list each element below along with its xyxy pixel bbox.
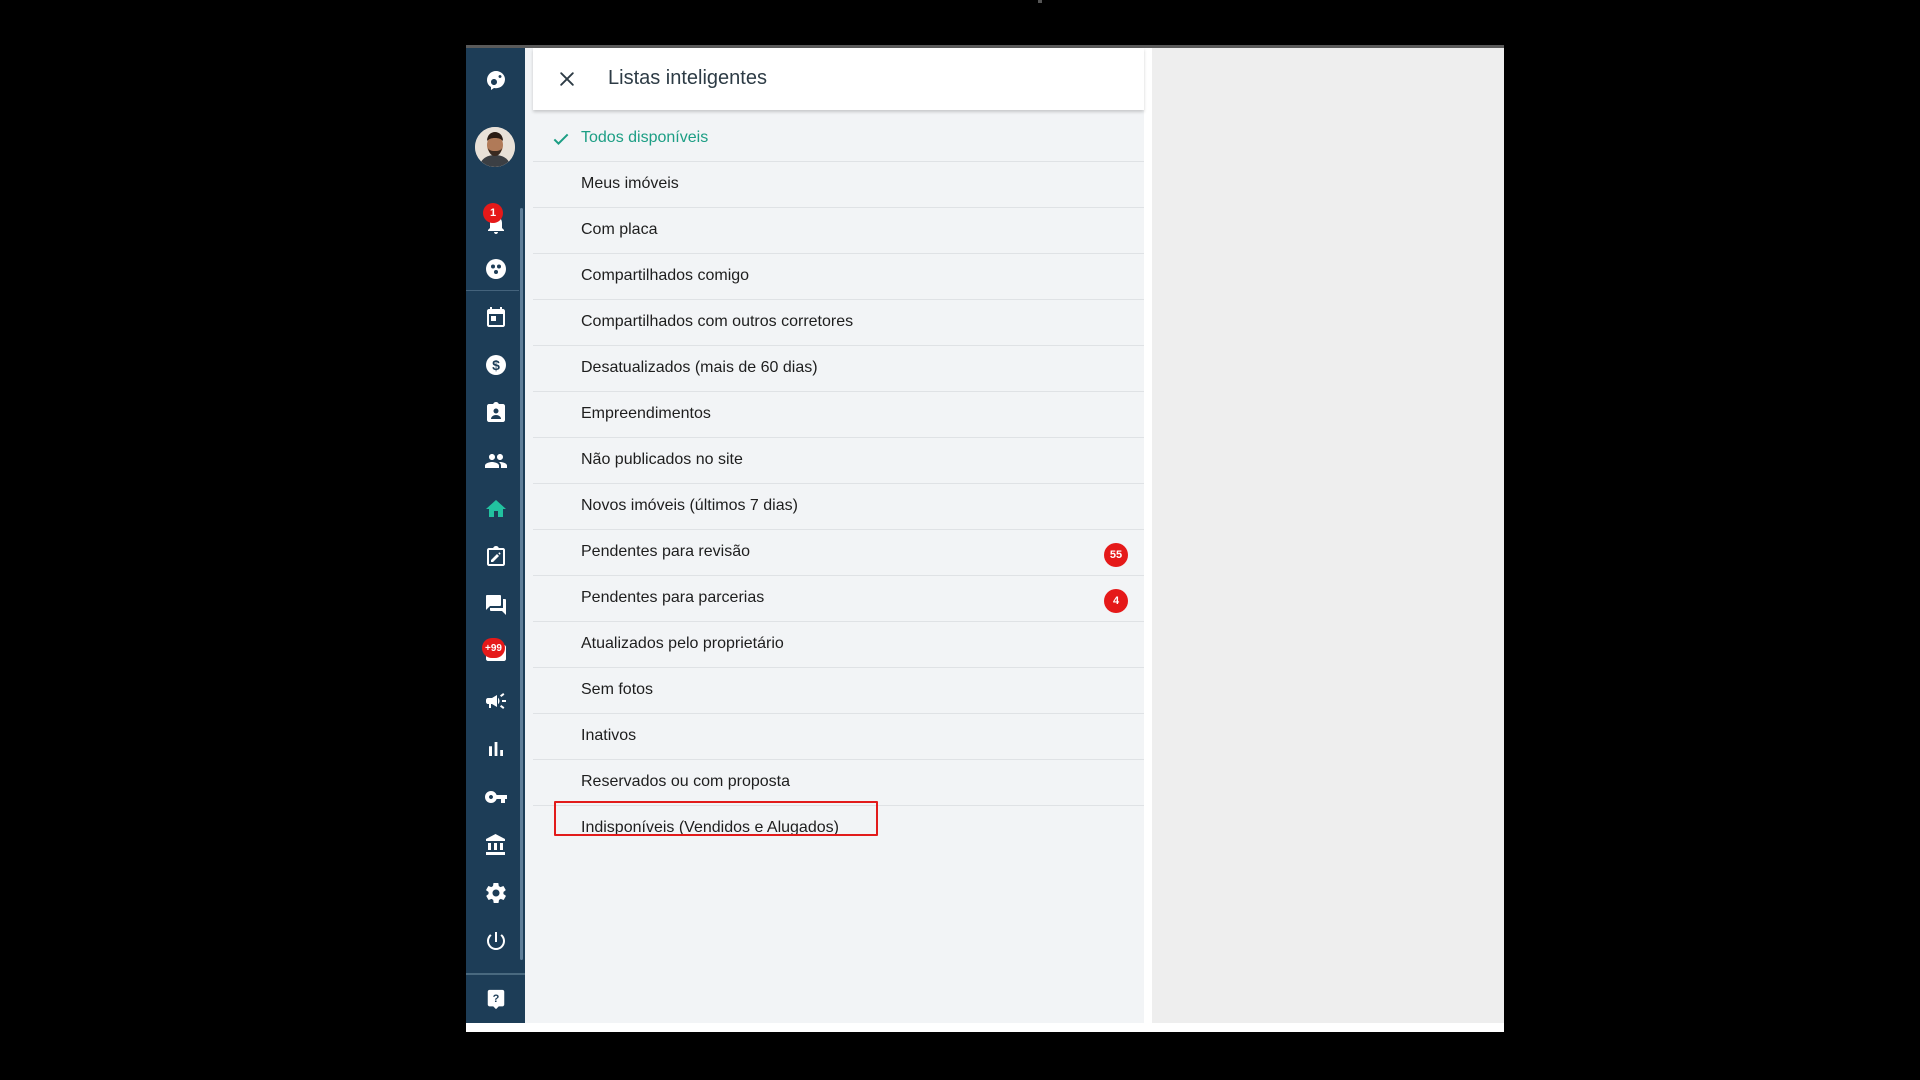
smart-list-item-label: Empreendimentos <box>581 405 711 422</box>
smart-list-item[interactable]: Não publicados no site <box>533 438 1144 484</box>
chameleon-logo-icon[interactable] <box>466 64 525 98</box>
sidebar-divider <box>466 290 519 291</box>
smart-list-item[interactable]: Atualizados pelo proprietário <box>533 622 1144 668</box>
smart-list-item[interactable]: Com placa <box>533 208 1144 254</box>
smart-list-item-label: Indisponíveis (Vendidos e Alugados) <box>581 819 839 836</box>
smart-list-item[interactable]: Compartilhados comigo <box>533 254 1144 300</box>
app-window: 1 $ +99 ? Listas inteligentes Todos disp… <box>466 45 1504 1032</box>
smart-list-item[interactable]: Sem fotos <box>533 668 1144 714</box>
smart-list-item-label: Todos disponíveis <box>581 129 709 146</box>
smart-list-item-label: Com placa <box>581 221 658 238</box>
calendar-icon[interactable] <box>466 301 525 333</box>
groups-icon[interactable] <box>466 253 525 285</box>
smart-list-item[interactable]: Inativos <box>533 714 1144 760</box>
smart-list-item[interactable]: Novos imóveis (últimos 7 dias) <box>533 484 1144 530</box>
svg-text:?: ? <box>492 993 499 1005</box>
gear-icon[interactable] <box>466 877 525 909</box>
close-icon[interactable] <box>555 67 579 91</box>
smart-list-item[interactable]: Empreendimentos <box>533 392 1144 438</box>
smart-list-item[interactable]: Desatualizados (mais de 60 dias) <box>533 346 1144 392</box>
smart-list: Todos disponíveis Meus imóveis Com placa Co… <box>533 116 1144 852</box>
smart-list-item-label: Reservados ou com proposta <box>581 773 790 790</box>
notification-badge: 1 <box>483 203 503 223</box>
check-icon <box>553 133 569 145</box>
smart-list-item-label: Pendentes para parcerias <box>581 589 765 606</box>
people-icon[interactable] <box>466 445 525 477</box>
smart-list-item[interactable]: Compartilhados com outros corretores <box>533 300 1144 346</box>
smart-list-item[interactable]: Meus imóveis <box>533 162 1144 208</box>
help-icon[interactable]: ? <box>466 973 525 1023</box>
panel-title: Listas inteligentes <box>608 67 767 89</box>
smart-list-item-label: Não publicados no site <box>581 451 743 468</box>
megaphone-icon[interactable] <box>466 685 525 717</box>
power-icon[interactable] <box>466 925 525 957</box>
window-bottom-strip <box>466 1023 1504 1032</box>
smart-list-item-label: Sem fotos <box>581 681 654 698</box>
user-avatar[interactable] <box>475 127 515 167</box>
smart-list-item-label: Meus imóveis <box>581 175 679 192</box>
smart-lists-panel: Listas inteligentes Todos disponíveis Meu… <box>525 48 1144 1023</box>
home-icon[interactable] <box>466 493 525 525</box>
smart-list-item-label: Pendentes para revisão <box>581 543 750 560</box>
smart-list-item-label: Inativos <box>581 727 637 744</box>
smart-list-item[interactable]: Pendentes para parcerias 4 <box>533 576 1144 622</box>
count-badge: 55 <box>1104 543 1128 567</box>
smart-list-item[interactable]: Todos disponíveis <box>533 116 1144 162</box>
dollar-icon[interactable]: $ <box>466 349 525 381</box>
mail-badge: +99 <box>482 638 505 658</box>
chat-icon[interactable] <box>466 589 525 621</box>
smart-list-item-label: Desatualizados (mais de 60 dias) <box>581 359 818 376</box>
edit-square-icon[interactable] <box>466 541 525 573</box>
contact-card-icon[interactable] <box>466 397 525 429</box>
panel-header: Listas inteligentes <box>533 48 1144 110</box>
svg-text:$: $ <box>492 357 500 373</box>
bank-icon[interactable] <box>466 829 525 861</box>
smart-list-item-label: Compartilhados com outros corretores <box>581 313 854 330</box>
smart-list-item[interactable]: Pendentes para revisão 55 <box>533 530 1144 576</box>
smart-list-item[interactable]: Reservados ou com proposta <box>533 760 1144 806</box>
top-marker <box>1038 0 1042 3</box>
smart-list-item-label: Atualizados pelo proprietário <box>581 635 784 652</box>
bar-chart-icon[interactable] <box>466 733 525 765</box>
content-area <box>1152 48 1504 1023</box>
key-icon[interactable] <box>466 781 525 813</box>
smart-list-item-label: Novos imóveis (últimos 7 dias) <box>581 497 798 514</box>
count-badge: 4 <box>1104 589 1128 613</box>
smart-list-item[interactable]: Indisponíveis (Vendidos e Alugados) <box>533 801 1144 852</box>
smart-list-item-label: Compartilhados comigo <box>581 267 750 284</box>
sidebar: 1 $ +99 ? <box>466 48 525 1023</box>
